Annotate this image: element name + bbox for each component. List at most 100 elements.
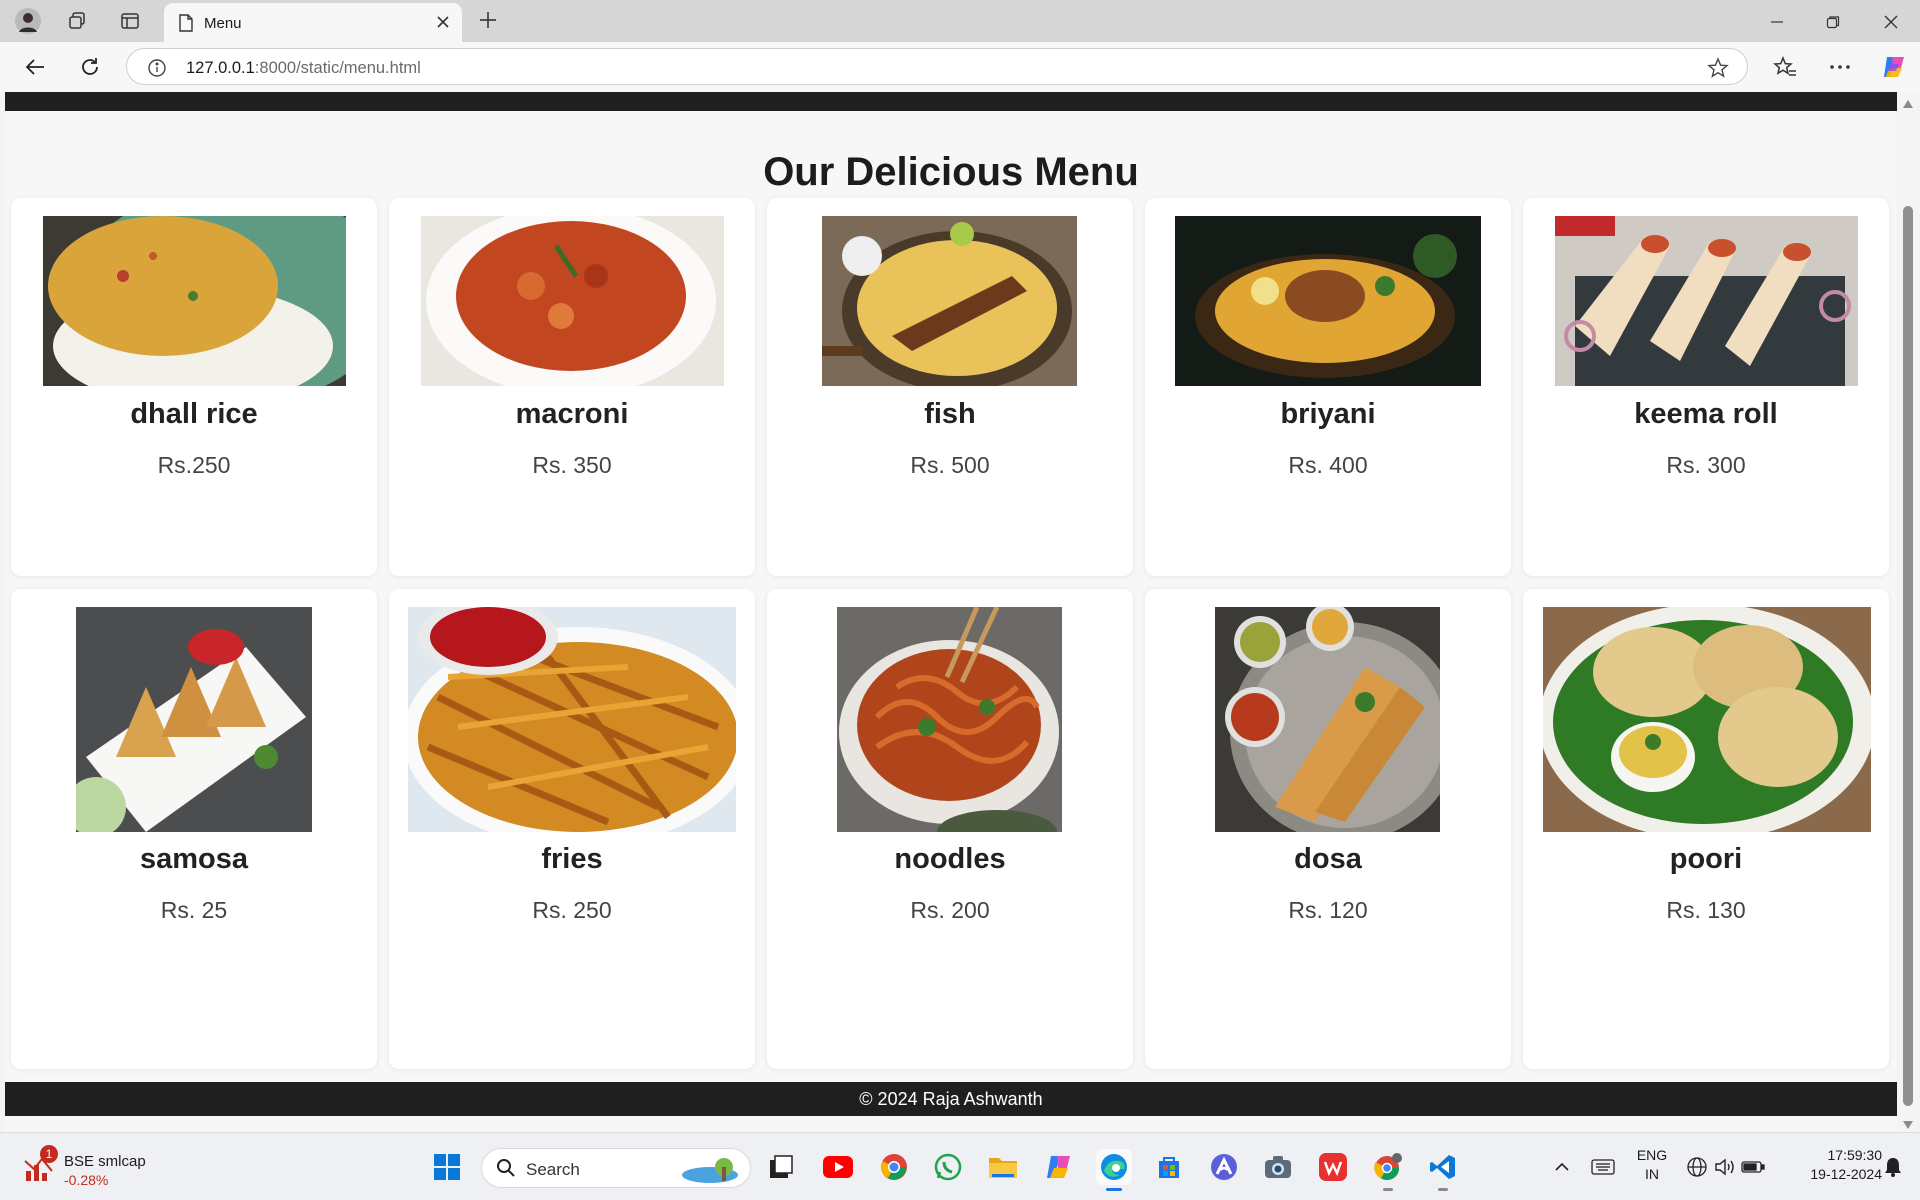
item-price: Rs. 300 [1666, 452, 1746, 478]
edge-browser-icon[interactable] [1096, 1149, 1132, 1191]
taskbar-search[interactable]: Search [481, 1148, 751, 1188]
dhall-rice-image [43, 216, 346, 386]
vertical-scrollbar[interactable] [1897, 92, 1920, 1132]
copilot-icon[interactable] [1879, 53, 1909, 81]
stock-change: -0.28% [64, 1172, 109, 1188]
profile-avatar-icon[interactable] [13, 7, 43, 35]
page-viewport: Our Delicious Menu dhall rice Rs.250 mac… [0, 92, 1920, 1132]
samosa-image [76, 607, 312, 832]
region-code: IN [1645, 1166, 1659, 1182]
dosa-image [1215, 607, 1440, 832]
youtube-icon[interactable] [820, 1149, 856, 1185]
show-hidden-icons-chevron-icon[interactable] [1544, 1149, 1580, 1185]
clock[interactable]: 17:59:30 19-12-2024 [1782, 1147, 1882, 1182]
search-label: Search [526, 1160, 580, 1179]
item-price: Rs. 500 [910, 452, 990, 478]
microsoft-store-icon[interactable] [1151, 1149, 1187, 1185]
item-price: Rs. 250 [532, 897, 612, 923]
menu-card-poori[interactable]: poori Rs. 130 [1523, 589, 1889, 1069]
copilot-app-icon[interactable] [1041, 1149, 1077, 1185]
battery-icon[interactable] [1735, 1149, 1771, 1185]
wps-office-icon[interactable] [1315, 1149, 1351, 1185]
url-host: 127.0.0.1 [186, 59, 255, 77]
item-price: Rs.250 [157, 452, 231, 478]
vscode-icon[interactable] [1425, 1149, 1461, 1191]
item-price: Rs. 400 [1288, 452, 1368, 478]
macroni-image [421, 216, 724, 386]
new-tab-icon[interactable] [476, 8, 500, 37]
item-name: poori [1669, 843, 1743, 875]
clock-time: 17:59:30 [1827, 1147, 1883, 1163]
fries-image [408, 607, 736, 832]
menu-card-noodles[interactable]: noodles Rs. 200 [767, 589, 1133, 1069]
browser-toolbar: 127.0.0.1:8000/static/menu.html [0, 42, 1920, 92]
notification-bell-icon[interactable] [1875, 1149, 1911, 1185]
item-price: Rs. 350 [532, 452, 612, 478]
url-text: 127.0.0.1:8000/static/menu.html [186, 59, 421, 78]
scroll-up-arrow-icon[interactable] [1902, 96, 1914, 114]
close-tab-icon[interactable] [434, 13, 452, 36]
fish-image [822, 216, 1077, 386]
language-code: ENG [1636, 1147, 1668, 1163]
close-window-icon[interactable] [1871, 10, 1911, 34]
tab-menu[interactable]: Menu [164, 3, 462, 42]
search-highlight-icon [680, 1153, 740, 1190]
noodles-image [837, 607, 1062, 832]
chrome-icon[interactable] [876, 1149, 912, 1185]
refresh-icon[interactable] [75, 53, 105, 81]
menu-card-keema-roll[interactable]: keema roll Rs. 300 [1523, 198, 1889, 576]
keema-roll-image [1555, 216, 1858, 386]
item-name: macroni [515, 398, 629, 430]
menu-card-fries[interactable]: fries Rs. 250 [389, 589, 755, 1069]
item-price: Rs. 200 [910, 897, 990, 923]
more-options-icon[interactable] [1825, 53, 1855, 81]
item-price: Rs. 120 [1288, 897, 1368, 923]
favorites-icon[interactable] [1770, 53, 1800, 81]
item-price: Rs. 130 [1666, 897, 1746, 923]
site-info-icon[interactable] [147, 58, 167, 83]
scrollbar-thumb[interactable] [1903, 206, 1913, 1106]
minimize-icon[interactable] [1757, 10, 1797, 34]
briyani-image [1175, 216, 1481, 386]
back-arrow-icon[interactable] [20, 53, 50, 81]
workspaces-icon[interactable] [62, 7, 92, 35]
menu-card-samosa[interactable]: samosa Rs. 25 [11, 589, 377, 1069]
item-name: dosa [1294, 843, 1362, 875]
menu-card-dosa[interactable]: dosa Rs. 120 [1145, 589, 1511, 1069]
item-name: fries [541, 843, 603, 875]
item-name: noodles [894, 843, 1006, 875]
stock-badge: 1 [40, 1145, 58, 1163]
favorite-star-icon[interactable] [1707, 57, 1729, 84]
document-icon [178, 14, 194, 37]
start-windows-icon[interactable] [429, 1149, 465, 1185]
whatsapp-icon[interactable] [930, 1149, 966, 1185]
menu-card-briyani[interactable]: briyani Rs. 400 [1145, 198, 1511, 576]
tab-strip: Menu [0, 0, 1920, 42]
menu-card-dhall-rice[interactable]: dhall rice Rs.250 [11, 198, 377, 576]
menu-card-macroni[interactable]: macroni Rs. 350 [389, 198, 755, 576]
taskbar: 1 BSE smlcap -0.28% Search ENG IN 17:59:… [0, 1132, 1920, 1200]
language-indicator[interactable]: ENG IN [1624, 1147, 1680, 1182]
address-bar[interactable]: 127.0.0.1:8000/static/menu.html [126, 48, 1748, 85]
item-name: fish [924, 398, 976, 430]
search-icon [496, 1158, 516, 1183]
camera-icon[interactable] [1260, 1149, 1296, 1185]
item-name: samosa [139, 843, 248, 875]
task-view-icon[interactable] [763, 1149, 799, 1185]
item-price: Rs. 25 [160, 897, 228, 923]
url-path: :8000/static/menu.html [254, 59, 421, 77]
menu-card-fish[interactable]: fish Rs. 500 [767, 198, 1133, 576]
stock-name: BSE smlcap [64, 1153, 146, 1170]
file-explorer-icon[interactable] [985, 1149, 1021, 1185]
stock-widget[interactable]: 1 BSE smlcap -0.28% [22, 1145, 146, 1190]
tab-actions-icon[interactable] [115, 7, 145, 35]
arc-app-icon[interactable] [1206, 1149, 1242, 1185]
item-name: briyani [1280, 398, 1376, 430]
page-header-bar [5, 92, 1897, 111]
poori-image [1543, 607, 1871, 832]
chrome-profile-icon[interactable] [1370, 1149, 1406, 1191]
clock-date: 19-12-2024 [1810, 1166, 1882, 1182]
keyboard-icon[interactable] [1585, 1149, 1621, 1185]
restore-icon[interactable] [1813, 10, 1853, 34]
page-footer: © 2024 Raja Ashwanth [5, 1082, 1897, 1116]
